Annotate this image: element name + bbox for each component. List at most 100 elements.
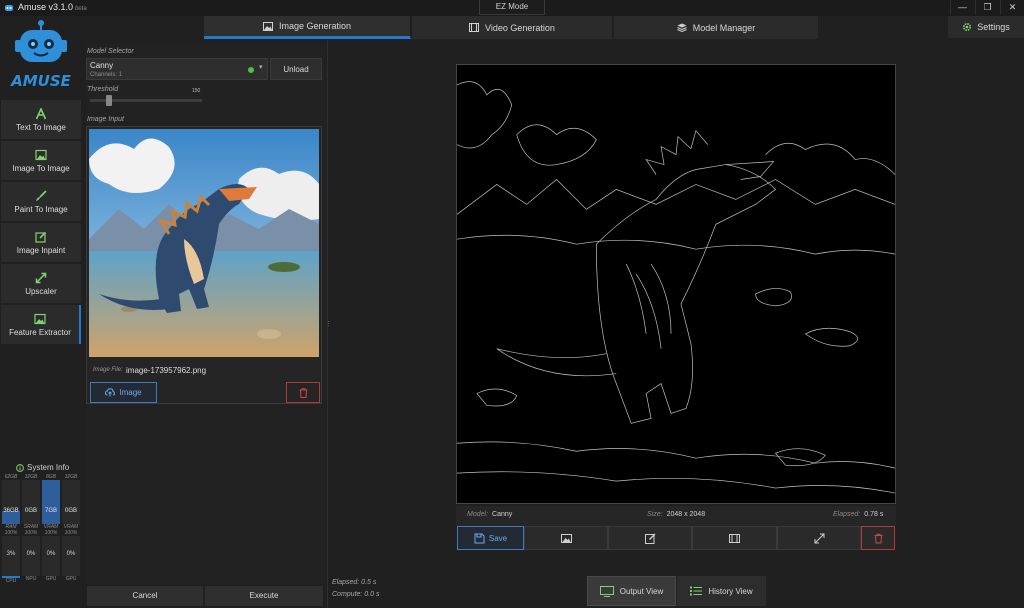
expand-icon <box>814 533 824 543</box>
delete-output-button[interactable] <box>861 526 895 550</box>
send-to-video-button[interactable] <box>692 526 777 550</box>
sidebar-item-label: Image Inpaint <box>16 245 66 255</box>
app-logo-icon <box>5 5 13 11</box>
image-icon <box>560 533 572 543</box>
sys-usage-box: 3% <box>2 536 20 576</box>
splitter-grip-icon[interactable]: ⋮ <box>325 320 332 328</box>
execute-button[interactable]: Execute <box>205 586 323 606</box>
model-status-dot <box>248 67 254 73</box>
sys-used: 36GB <box>3 508 19 514</box>
sys-device-label: CPU <box>2 576 20 584</box>
edit-icon <box>644 533 655 544</box>
sys-device-label: GPU <box>45 576 57 582</box>
output-elapsed: Elapsed: 0.78 s <box>833 511 884 518</box>
cancel-button[interactable]: Cancel <box>87 586 203 606</box>
image-icon <box>262 21 273 31</box>
tab-video-generation[interactable]: Video Generation <box>412 16 613 39</box>
ez-mode-button[interactable]: EZ Mode <box>479 0 545 15</box>
sidebar-item-upscaler[interactable]: Upscaler <box>1 264 81 303</box>
tab-image-generation[interactable]: Image Generation <box>204 16 411 39</box>
system-info-grid: 62GB 36GB RAM 100% 3% CPU 32GB 0GB SRAM … <box>2 474 80 584</box>
list-icon <box>690 586 703 596</box>
sidebar-item-feature-extractor[interactable]: Feature Extractor <box>1 305 81 344</box>
edit-icon <box>35 231 47 243</box>
sys-usage: 0% <box>66 551 76 557</box>
output-view-button[interactable]: Output View <box>587 576 676 606</box>
logo-text: AMUSE <box>10 72 72 90</box>
trash-icon <box>299 387 307 398</box>
sys-device-label: NPU <box>25 576 37 582</box>
film-icon <box>469 23 480 32</box>
model-selector-label: Model Selector <box>87 48 134 55</box>
monitor-icon <box>599 585 614 597</box>
sys-col-npu: 32GB 0GB SRAM 100% 0% NPU <box>22 474 40 584</box>
sys-device-label: GPU <box>65 576 77 582</box>
brush-icon <box>36 189 47 201</box>
sidebar-item-image-to-image[interactable]: Image To Image <box>1 141 81 180</box>
tab-label: Video Generation <box>485 22 555 33</box>
text-icon <box>35 107 47 119</box>
sys-col-gpu-2: 32GB 0GB VRAM 100% 0% GPU <box>62 474 80 584</box>
sidebar-item-label: Upscaler <box>25 286 57 296</box>
chevron-down-icon[interactable]: ▾ <box>259 63 263 71</box>
upload-icon <box>105 388 116 397</box>
sys-usage: 0% <box>26 551 36 557</box>
threshold-value: 150 <box>192 88 201 94</box>
sys-usage-box: 0% <box>62 536 80 576</box>
use-as-input-button[interactable] <box>524 526 608 550</box>
sidebar-item-text-to-image[interactable]: Text To Image <box>1 100 81 139</box>
app-window: Amuse v3.1.0 beta EZ Mode — ❐ ✕ Image Gen… <box>0 0 1024 608</box>
footer-compute: Compute: 0.0 s <box>332 591 380 598</box>
model-name: Canny <box>90 61 114 70</box>
minimize-button[interactable]: — <box>950 0 974 15</box>
beta-tag: beta <box>75 6 87 12</box>
settings-button[interactable]: Settings <box>948 16 1024 38</box>
sys-used: 0GB <box>64 508 77 514</box>
remove-image-button[interactable] <box>286 382 320 403</box>
sys-memory-fill <box>42 480 60 524</box>
info-icon <box>16 463 24 472</box>
tab-model-manager[interactable]: Model Manager <box>614 16 819 39</box>
image-file-label: Image File: <box>93 367 123 373</box>
sys-col-gpu-1: 8GB 7GB VRAM 100% 0% GPU <box>42 474 60 584</box>
gear-icon <box>963 22 972 32</box>
layers-icon <box>677 23 687 32</box>
sys-memory-bar: 0GB <box>22 480 40 524</box>
output-model: Model: Canny <box>467 511 513 518</box>
sys-usage: 0% <box>46 551 56 557</box>
upscale-button[interactable] <box>777 526 861 550</box>
sidebar-item-label: Feature Extractor <box>9 327 71 337</box>
sidebar-item-label: Text To Image <box>16 122 66 132</box>
model-channels: Channels: 1 <box>90 72 123 78</box>
settings-label: Settings <box>977 22 1010 32</box>
unload-button[interactable]: Unload <box>270 58 322 80</box>
sys-usage-box: 0% <box>22 536 40 576</box>
sys-memory-bar: 7GB <box>42 480 60 524</box>
sys-memory-bar: 36GB <box>2 480 20 524</box>
output-image[interactable] <box>456 64 896 504</box>
load-image-button[interactable]: Image <box>90 382 157 403</box>
app-title: Amuse v3.1.0 beta <box>18 2 87 12</box>
expand-icon <box>35 272 47 283</box>
output-view-label: Output View <box>619 586 664 596</box>
sidebar-item-paint-to-image[interactable]: Paint To Image <box>1 182 81 221</box>
close-button[interactable]: ✕ <box>1000 0 1024 15</box>
sys-used: 7GB <box>44 508 57 514</box>
history-view-button[interactable]: History View <box>677 576 766 606</box>
threshold-slider-thumb[interactable] <box>105 95 112 106</box>
footer-elapsed: Elapsed: 0.5 s <box>332 579 377 586</box>
image-input-label: Image Input <box>87 116 124 123</box>
sys-used: 0GB <box>24 508 37 514</box>
sys-memory-bar: 0GB <box>62 480 80 524</box>
edit-image-button[interactable] <box>608 526 692 550</box>
tab-label: Model Manager <box>692 22 756 33</box>
save-button[interactable]: Save <box>457 526 524 550</box>
input-image[interactable] <box>89 129 319 357</box>
sys-usage: 3% <box>6 551 16 557</box>
trash-icon <box>874 533 882 543</box>
image-icon <box>34 313 46 324</box>
restore-button[interactable]: ❐ <box>975 0 999 15</box>
sidebar-item-image-inpaint[interactable]: Image Inpaint <box>1 223 81 262</box>
history-view-label: History View <box>708 586 753 596</box>
sidebar-item-label: Image To Image <box>12 163 70 173</box>
